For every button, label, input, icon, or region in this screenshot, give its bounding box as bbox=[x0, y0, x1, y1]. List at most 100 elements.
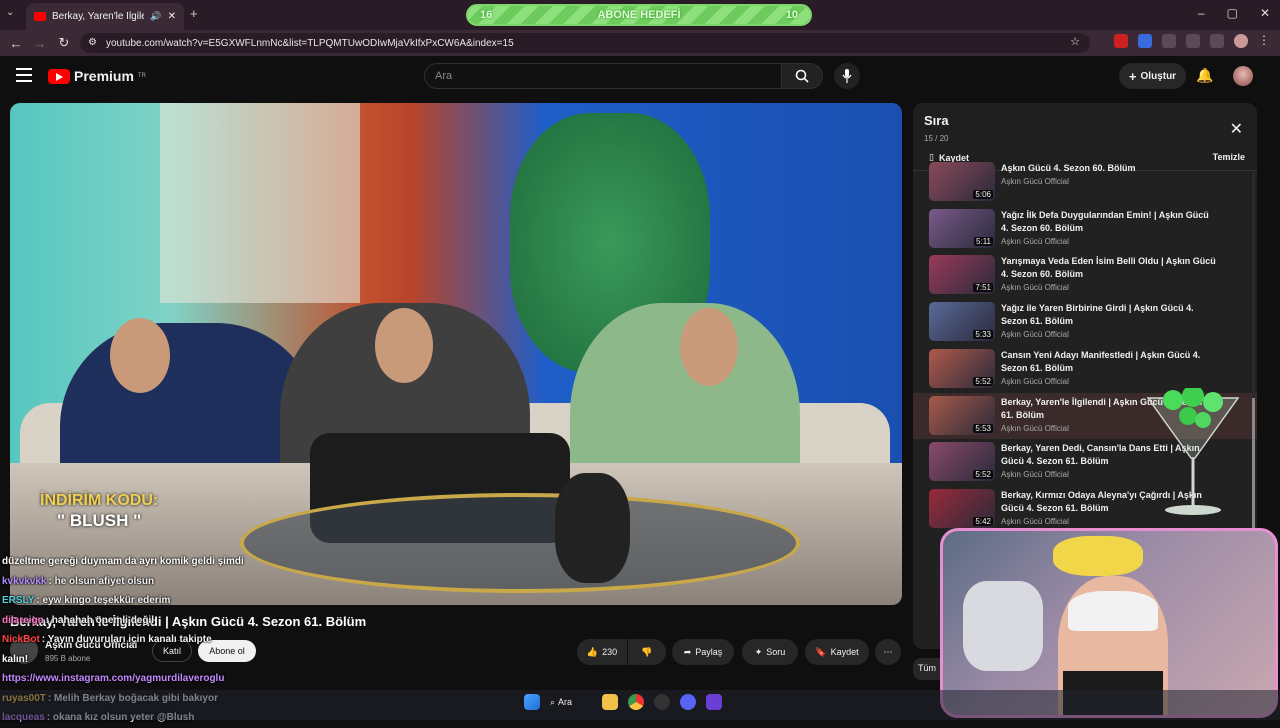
chat-username: ERSLY bbox=[2, 595, 35, 606]
scene-head bbox=[110, 318, 170, 393]
chat-text: : Yayın duyuruları için kanalı takipte bbox=[41, 634, 212, 645]
video-thumbnail[interactable]: 5:33 bbox=[929, 302, 995, 342]
browser-toolbar: ← → ↻ ⚙ youtube.com/watch?v=E5GXWFLnmNc&… bbox=[0, 30, 1280, 56]
scene-wall bbox=[160, 103, 360, 303]
profile-avatar-icon[interactable] bbox=[1234, 34, 1248, 48]
browser-tab-strip: ⌄ Berkay, Yaren'le İlgilendi | A 🔊 ✕ + 1… bbox=[0, 0, 1280, 30]
video-thumbnail[interactable]: 5:42 bbox=[929, 488, 995, 528]
video-duration: 5:53 bbox=[973, 423, 993, 433]
playlist-item-meta: Yarışmaya Veda Eden İsim Belli Oldu | Aş… bbox=[1001, 252, 1216, 299]
close-window-button[interactable]: ✕ bbox=[1260, 6, 1270, 20]
video-duration: 5:52 bbox=[973, 376, 993, 386]
save-button[interactable]: 🔖 Kaydet bbox=[805, 639, 869, 665]
logo-region: TR bbox=[137, 73, 146, 79]
playlist-item[interactable]: 5:11 Yağız İlk Defa Duygularından Emin! |… bbox=[913, 206, 1257, 253]
close-icon[interactable]: ✕ bbox=[1230, 119, 1243, 139]
more-actions-button[interactable]: ⋯ bbox=[875, 639, 901, 665]
logo-text: Premium bbox=[74, 68, 134, 84]
reload-icon[interactable]: ↻ bbox=[52, 35, 76, 51]
ask-button[interactable]: ✦ Soru bbox=[742, 639, 798, 665]
browser-menu-icon[interactable]: ⋮ bbox=[1258, 34, 1272, 48]
chat-text: : he olsun afiyet olsun bbox=[48, 575, 155, 587]
chip-all[interactable]: Tüm bbox=[913, 658, 943, 680]
taskbar-search[interactable]: ⌕ Ara bbox=[550, 697, 592, 708]
playlist-scroll-thumb[interactable] bbox=[1252, 398, 1255, 538]
playlist-item-channel: Aşkın Gücü Official bbox=[1001, 283, 1069, 293]
video-thumbnail[interactable]: 5:52 bbox=[929, 348, 995, 388]
extension-icon[interactable] bbox=[1114, 34, 1128, 48]
pikachu-plush bbox=[1053, 536, 1143, 576]
tab-list-icon[interactable]: ⌄ bbox=[6, 7, 14, 18]
hamburger-menu-icon[interactable] bbox=[16, 68, 32, 82]
video-thumbnail[interactable]: 5:06 bbox=[929, 162, 995, 201]
playlist-item[interactable]: 5:06 Aşkın Gücü 4. Sezon 60. Bölüm Aşkın G… bbox=[913, 159, 1257, 206]
url-text: youtube.com/watch?v=E5GXWFLnmNc&list=TLP… bbox=[106, 37, 514, 49]
kuromi-plush bbox=[963, 581, 1043, 671]
extension-icon[interactable] bbox=[1162, 34, 1176, 48]
youtube-favicon-icon bbox=[34, 12, 46, 21]
tab-search-icon[interactable] bbox=[1210, 34, 1224, 48]
tab-title: Berkay, Yaren'le İlgilendi | A bbox=[52, 11, 145, 22]
playlist-position: 15 / 20 bbox=[924, 134, 949, 143]
site-info-icon[interactable]: ⚙ bbox=[88, 37, 97, 48]
search-button[interactable] bbox=[781, 63, 823, 89]
speaker-icon[interactable]: 🔊 bbox=[150, 11, 161, 22]
file-explorer-icon[interactable] bbox=[602, 694, 618, 710]
playlist-item-title[interactable]: Cansın Yeni Adayı Manifestledi | Aşkın G… bbox=[1001, 349, 1216, 375]
video-thumbnail[interactable]: 7:51 bbox=[929, 255, 995, 295]
obs-icon[interactable] bbox=[654, 694, 670, 710]
taskbar-icons: ⌕ Ara bbox=[524, 694, 722, 710]
video-duration: 5:06 bbox=[973, 190, 993, 199]
chat-message: NickBot: Yayın duyuruları için kanalı ta… bbox=[2, 630, 472, 650]
like-count: 230 bbox=[602, 647, 618, 657]
playlist-item[interactable]: 5:52 Cansın Yeni Adayı Manifestledi | Aşk… bbox=[913, 346, 1257, 393]
subscriber-goal-bar: 16 ABONE HEDEFİ 10 bbox=[466, 4, 812, 26]
promo-code: " BLUSH " bbox=[57, 511, 142, 530]
playlist-item[interactable]: 5:33 Yağız ile Yaren Birbirine Girdi | Aş… bbox=[913, 299, 1257, 346]
video-thumbnail[interactable]: 5:11 bbox=[929, 208, 995, 248]
close-tab-icon[interactable]: ✕ bbox=[168, 11, 176, 22]
youtube-logo[interactable]: Premium TR bbox=[48, 68, 146, 84]
video-thumbnail[interactable]: 5:52 bbox=[929, 442, 995, 482]
extensions-puzzle-icon[interactable] bbox=[1186, 34, 1200, 48]
notifications-bell-icon[interactable]: 🔔 bbox=[1196, 67, 1213, 84]
app-icon[interactable] bbox=[706, 694, 722, 710]
user-avatar[interactable] bbox=[1233, 66, 1253, 86]
plus-icon: + bbox=[1128, 68, 1137, 84]
maximize-button[interactable]: ▢ bbox=[1227, 6, 1238, 20]
extension-icon[interactable] bbox=[1138, 34, 1152, 48]
search-input[interactable]: Ara bbox=[424, 63, 782, 89]
chat-message: kalın! bbox=[2, 650, 472, 670]
address-bar[interactable]: ⚙ youtube.com/watch?v=E5GXWFLnmNc&list=T… bbox=[80, 33, 1090, 53]
playlist-item[interactable]: 7:51 Yarışmaya Veda Eden İsim Belli Oldu … bbox=[913, 252, 1257, 299]
more-icon: ⋯ bbox=[883, 646, 893, 657]
playlist-item-title[interactable]: Yarışmaya Veda Eden İsim Belli Oldu | Aş… bbox=[1001, 255, 1216, 281]
video-thumbnail[interactable]: 5:53 bbox=[929, 395, 995, 435]
create-button[interactable]: + Oluştur bbox=[1119, 63, 1186, 89]
browser-tab[interactable]: Berkay, Yaren'le İlgilendi | A 🔊 ✕ bbox=[26, 3, 184, 30]
discord-icon[interactable] bbox=[680, 694, 696, 710]
start-icon[interactable] bbox=[524, 694, 540, 710]
ask-label: Soru bbox=[766, 647, 786, 657]
video-player[interactable]: İNDİRİM KODU: " BLUSH " bbox=[10, 103, 902, 605]
new-tab-button[interactable]: + bbox=[190, 6, 198, 21]
voice-search-button[interactable] bbox=[834, 63, 860, 89]
share-button[interactable]: ➦ Paylaş bbox=[672, 639, 734, 665]
minimize-button[interactable]: – bbox=[1198, 6, 1205, 20]
scene-head bbox=[375, 308, 433, 383]
bookmark-star-icon[interactable]: ☆ bbox=[1070, 35, 1080, 48]
playlist-item-title[interactable]: Yağız İlk Defa Duygularından Emin! | Aşk… bbox=[1001, 209, 1216, 235]
playlist-item-title[interactable]: Yağız ile Yaren Birbirine Girdi | Aşkın … bbox=[1001, 302, 1216, 328]
like-button[interactable]: 👍 230 bbox=[577, 639, 627, 665]
playlist-item-title[interactable]: Aşkın Gücü 4. Sezon 60. Bölüm bbox=[1001, 162, 1216, 175]
back-icon[interactable]: ← bbox=[4, 36, 28, 51]
chat-text: düzeltme gereği duymam da ayrı komik gel… bbox=[2, 556, 244, 567]
playlist-item-meta: Yağız İlk Defa Duygularından Emin! | Aşk… bbox=[1001, 206, 1216, 253]
promo-overlay: İNDİRİM KODU: " BLUSH " bbox=[40, 491, 158, 531]
search-icon: ⌕ bbox=[550, 696, 556, 707]
dislike-button[interactable]: 👎 bbox=[628, 639, 666, 665]
playlist-item-channel: Aşkın Gücü Official bbox=[1001, 177, 1069, 186]
forward-icon[interactable]: → bbox=[28, 36, 52, 51]
chrome-icon[interactable] bbox=[628, 694, 644, 710]
scene-head bbox=[680, 308, 738, 386]
